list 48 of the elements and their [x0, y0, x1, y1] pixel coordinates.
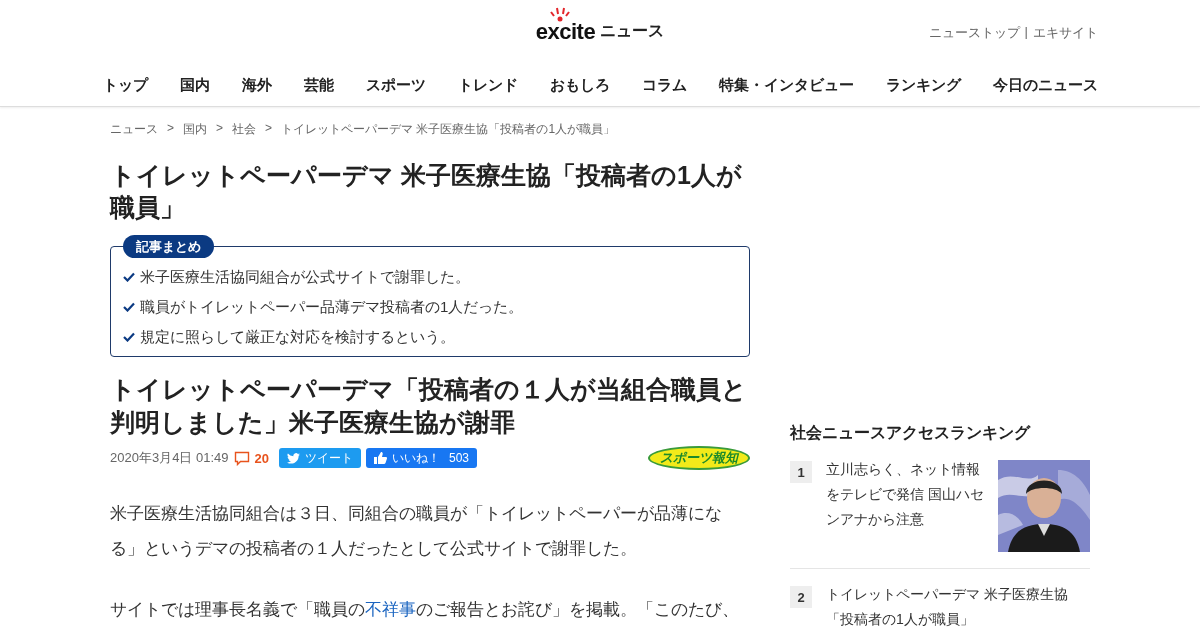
nav-tab[interactable]: トレンド [457, 75, 518, 95]
summary-item: 規定に照らして厳正な対応を検討するという。 [140, 327, 455, 347]
summary-item: 職員がトイレットペーパー品薄デマ投稿者の1人だった。 [140, 297, 524, 317]
rank-number: 1 [790, 461, 812, 483]
header-link[interactable]: ニューストップ [928, 24, 1020, 42]
nav-tab[interactable]: コラム [641, 75, 687, 95]
article-paragraph: 米子医療生活協同組合は３日、同組合の職員が「トイレットペーパーが品薄になる」というデマの投稿者の１人だったとして公式サイトで謝罪した。 [110, 503, 723, 560]
article-paragraph: サイトでは理事長名義で「職員の不祥事のご報告とお詫び」を掲載。「このたび、 [110, 599, 740, 621]
breadcrumb-link[interactable]: 国内 [183, 121, 207, 135]
breadcrumb-link[interactable]: トイレットペーパーデマ 米子医療生協「投稿者の1人が職員」 [281, 121, 616, 135]
link-separator: | [1024, 24, 1028, 41]
ranking-link[interactable]: 立川志らく、ネット情報をテレビで発信 国山ハセンアナから注意 [826, 457, 984, 552]
ranking-link[interactable]: トイレットペーパーデマ 米子医療生協「投稿者の1人が職員」 [826, 582, 1090, 630]
nav-tab[interactable]: 海外 [241, 75, 272, 95]
comment-icon[interactable] [233, 450, 250, 466]
like-button[interactable]: いいね！ 503 [366, 448, 478, 468]
thumbs-up-icon [374, 452, 387, 464]
nav-tab[interactable]: 今日のニュース [992, 75, 1098, 95]
article-headline: トイレットペーパーデマ 米子医療生協「投稿者の1人が職員」 [110, 160, 743, 223]
logo-suffix: ニュース [600, 21, 665, 41]
nav-tab[interactable]: 芸能 [303, 75, 334, 95]
check-icon [123, 272, 135, 282]
header-link[interactable]: エキサイト [1033, 24, 1098, 42]
comment-count[interactable]: 20 [254, 450, 269, 466]
nav-tab[interactable]: おもしろ [549, 75, 610, 95]
nav-tab[interactable]: スポーツ [365, 75, 426, 95]
ranking-title: 社会ニュースアクセスランキング [790, 423, 1032, 443]
nav-tab[interactable]: 国内 [179, 75, 210, 95]
bird-icon [287, 452, 300, 464]
excite-logo[interactable]: excite [535, 7, 596, 43]
breadcrumb-link[interactable]: ニュース [110, 121, 158, 135]
check-icon [123, 302, 135, 312]
inline-link[interactable]: 不祥事 [365, 600, 416, 619]
publish-date: 2020年3月4日 01:49 [110, 449, 229, 467]
rank-number: 2 [790, 586, 812, 608]
check-icon [123, 332, 135, 342]
breadcrumb-separator: > [265, 121, 273, 135]
breadcrumb-separator: > [167, 121, 174, 135]
breadcrumb-link[interactable]: 社会 [232, 121, 257, 135]
burst-icon [547, 7, 572, 23]
nav-tab[interactable]: 特集・インタビュー [718, 75, 854, 95]
nav-tab[interactable]: トップ [102, 75, 148, 95]
article-title: トイレットペーパーデマ「投稿者の１人が当組合職員と判明しました」米子医療生協が謝罪 [110, 374, 748, 438]
source-logo[interactable]: スポーツ報知 [648, 446, 750, 470]
summary-item: 米子医療生活協同組合が公式サイトで謝罪した。 [140, 267, 470, 287]
nav-tab[interactable]: ランキング [885, 75, 961, 95]
breadcrumb-separator: > [216, 121, 224, 135]
summary-label: 記事まとめ [123, 235, 214, 258]
